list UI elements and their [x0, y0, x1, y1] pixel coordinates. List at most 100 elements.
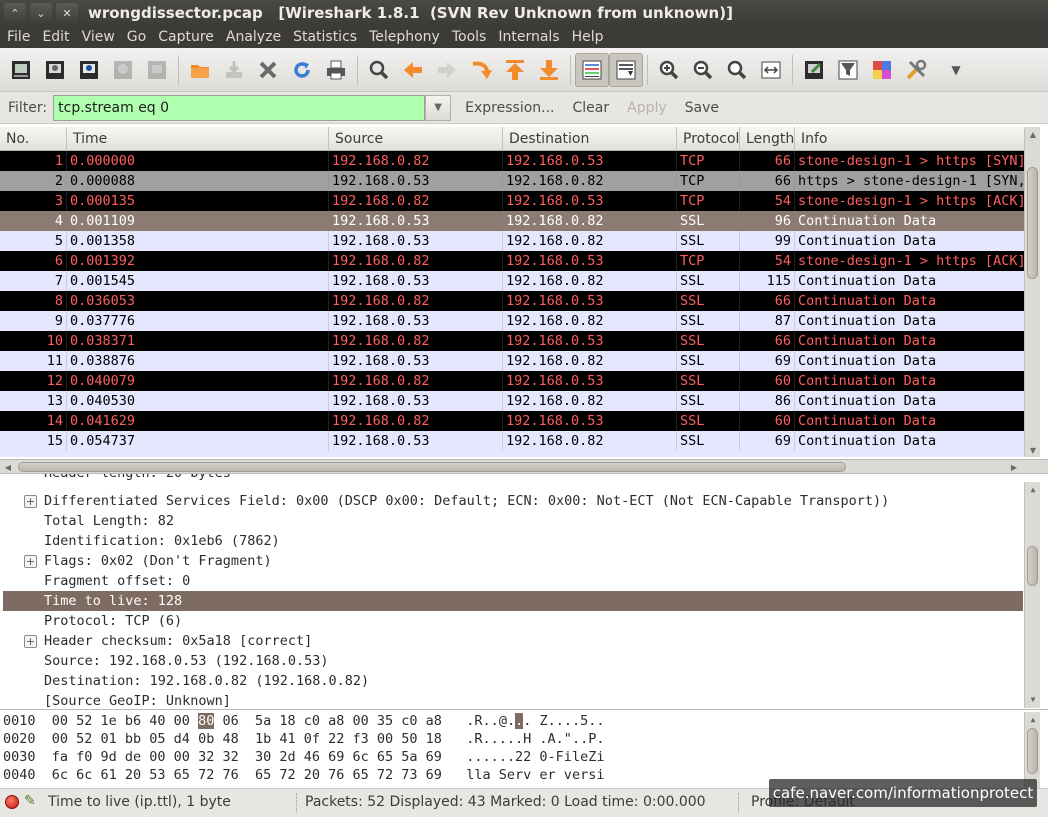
preferences-icon[interactable]	[899, 53, 933, 87]
column-header-time[interactable]: Time	[67, 127, 329, 150]
menu-statistics[interactable]: Statistics	[286, 29, 362, 45]
menu-tools[interactable]: Tools	[445, 29, 492, 45]
expression-button[interactable]: Expression...	[461, 100, 558, 116]
restart-capture-icon[interactable]	[140, 53, 174, 87]
detail-row[interactable]: + Header checksum: 0x5a18 [correct]	[3, 631, 1023, 651]
menu-capture[interactable]: Capture	[151, 29, 219, 45]
minimize-button[interactable]: ⌄	[30, 3, 52, 23]
packet-list-scrollbar[interactable]: ▲ ▼	[1024, 127, 1040, 457]
hex-row[interactable]: 0030 fa f0 9d de 00 00 32 32 30 2d 46 69…	[3, 748, 604, 766]
column-header-info[interactable]: Info	[795, 127, 1024, 150]
packet-row[interactable]: 9 0.037776 192.168.0.53 192.168.0.82 SSL 87 Co…	[0, 311, 1024, 331]
auto-scroll-icon[interactable]	[609, 52, 643, 87]
save-file-icon[interactable]	[217, 53, 251, 87]
close-file-icon[interactable]	[251, 53, 285, 87]
packet-row[interactable]: 12 0.040079 192.168.0.82 192.168.0.53 SSL 60 C…	[0, 371, 1024, 391]
column-header-source[interactable]: Source	[329, 127, 503, 150]
scroll-up-icon[interactable]: ▲	[1025, 712, 1041, 726]
menu-file[interactable]: File	[0, 29, 35, 45]
column-header-no[interactable]: No.	[0, 127, 67, 150]
interface-list-icon[interactable]	[4, 53, 38, 87]
detail-row[interactable]: Protocol: TCP (6)	[3, 611, 1023, 631]
capture-comment-icon[interactable]: ✎	[24, 793, 42, 811]
packet-row[interactable]: 5 0.001358 192.168.0.53 192.168.0.82 SSL 99 Co…	[0, 231, 1024, 251]
start-capture-icon[interactable]	[72, 53, 106, 87]
detail-row-partial[interactable]: Header length: 20 bytes	[3, 474, 1023, 483]
detail-row[interactable]: Fragment offset: 0	[3, 571, 1023, 591]
status-divider[interactable]	[296, 793, 299, 813]
expand-icon[interactable]: +	[24, 555, 37, 568]
menu-analyze[interactable]: Analyze	[219, 29, 286, 45]
go-forward-icon[interactable]	[430, 53, 464, 87]
packet-list-scroll-thumb[interactable]	[1027, 167, 1038, 279]
resize-columns-icon[interactable]	[754, 53, 788, 87]
bytes-scrollbar[interactable]: ▲	[1024, 712, 1040, 788]
packet-row[interactable]: 4 0.001109 192.168.0.53 192.168.0.82 SSL 96 Co…	[0, 211, 1024, 231]
detail-row[interactable]: Destination: 192.168.0.82 (192.168.0.82)	[3, 671, 1023, 691]
clear-button[interactable]: Clear	[569, 100, 614, 116]
print-icon[interactable]	[319, 53, 353, 87]
stop-capture-icon[interactable]	[106, 53, 140, 87]
scroll-up-icon[interactable]: ▲	[1025, 482, 1041, 496]
column-header-length[interactable]: Length	[740, 127, 795, 150]
menu-view[interactable]: View	[75, 29, 120, 45]
details-scrollbar[interactable]: ▲ ▼	[1024, 482, 1040, 708]
packet-row[interactable]: 2 0.000088 192.168.0.53 192.168.0.82 TCP 66 ht…	[0, 171, 1024, 191]
capture-options-icon[interactable]	[38, 53, 72, 87]
menu-help[interactable]: Help	[565, 29, 609, 45]
normal-size-icon[interactable]	[720, 53, 754, 87]
expert-info-icon[interactable]	[5, 795, 19, 809]
column-header-protocol[interactable]: Protocol	[677, 127, 740, 150]
detail-row[interactable]: + Differentiated Services Field: 0x00 (DS…	[3, 491, 1023, 511]
bytes-scroll-thumb[interactable]	[1027, 728, 1038, 774]
go-last-icon[interactable]	[532, 53, 566, 87]
coloring-rules-icon[interactable]	[865, 53, 899, 87]
packet-row[interactable]: 14 0.041629 192.168.0.82 192.168.0.53 SSL 60 C…	[0, 411, 1024, 431]
go-first-icon[interactable]	[498, 53, 532, 87]
toolbar-overflow-icon[interactable]: ▼	[939, 53, 973, 87]
find-packet-icon[interactable]	[362, 53, 396, 87]
packet-row[interactable]: 10 0.038371 192.168.0.82 192.168.0.53 SSL 66 C…	[0, 331, 1024, 351]
menu-telephony[interactable]: Telephony	[362, 29, 445, 45]
menu-internals[interactable]: Internals	[491, 29, 564, 45]
go-back-icon[interactable]	[396, 53, 430, 87]
hex-row[interactable]: 0020 00 52 01 bb 05 d4 0b 48 1b 41 0f 22…	[3, 730, 604, 748]
detail-row[interactable]: [Source GeoIP: Unknown]	[3, 691, 1023, 709]
scroll-left-icon[interactable]: ◀	[0, 460, 16, 474]
packet-row[interactable]: 6 0.001392 192.168.0.82 192.168.0.53 TCP 54st…	[0, 251, 1024, 271]
display-filter-input[interactable]: tcp.stream eq 0	[53, 94, 426, 121]
column-header-destination[interactable]: Destination	[503, 127, 677, 150]
scroll-down-icon[interactable]: ▼	[1025, 443, 1041, 457]
apply-button[interactable]: Apply	[623, 100, 671, 116]
status-divider[interactable]	[738, 793, 741, 813]
detail-row[interactable]: Total Length: 82	[3, 511, 1023, 531]
capture-filters-icon[interactable]	[797, 53, 831, 87]
expand-icon[interactable]: +	[24, 495, 37, 508]
zoom-out-icon[interactable]	[686, 53, 720, 87]
display-filters-icon[interactable]	[831, 53, 865, 87]
hex-row[interactable]: 0010 00 52 1e b6 40 00 80 06 5a 18 c0 a8…	[3, 712, 605, 730]
details-scroll-thumb[interactable]	[1027, 546, 1038, 586]
packet-row[interactable]: 1 0.000000 192.168.0.82 192.168.0.53 TCP 66st…	[0, 151, 1024, 171]
scroll-right-icon[interactable]: ▶	[1006, 460, 1022, 474]
scroll-down-icon[interactable]: ▼	[1025, 692, 1041, 706]
detail-row[interactable]: + Flags: 0x02 (Don't Fragment)	[3, 551, 1023, 571]
packet-list-hscrollbar[interactable]: ◀ ▶	[0, 460, 1048, 474]
menu-edit[interactable]: Edit	[35, 29, 74, 45]
scroll-up-icon[interactable]: ▲	[1025, 127, 1041, 141]
detail-row-selected[interactable]: Time to live: 128	[3, 591, 1023, 611]
colorize-icon[interactable]	[575, 52, 609, 87]
expand-icon[interactable]: +	[24, 635, 37, 648]
filter-history-dropdown[interactable]: ▼	[425, 94, 452, 121]
packet-row[interactable]: 13 0.040530 192.168.0.53 192.168.0.82 SSL 86 C…	[0, 391, 1024, 411]
go-to-packet-icon[interactable]	[464, 53, 498, 87]
save-filter-button[interactable]: Save	[681, 100, 723, 116]
open-file-icon[interactable]	[183, 53, 217, 87]
packet-list-hscroll-thumb[interactable]	[18, 462, 846, 472]
packet-row[interactable]: 7 0.001545 192.168.0.53 192.168.0.82 SSL 115 C…	[0, 271, 1024, 291]
packet-row[interactable]: 8 0.036053 192.168.0.82 192.168.0.53 SSL 66 Co…	[0, 291, 1024, 311]
zoom-in-icon[interactable]	[652, 53, 686, 87]
packet-row-partial[interactable]	[0, 451, 1024, 457]
hex-row[interactable]: 0040 6c 6c 61 20 53 65 72 76 65 72 20 76…	[3, 766, 604, 784]
reload-icon[interactable]	[285, 53, 319, 87]
